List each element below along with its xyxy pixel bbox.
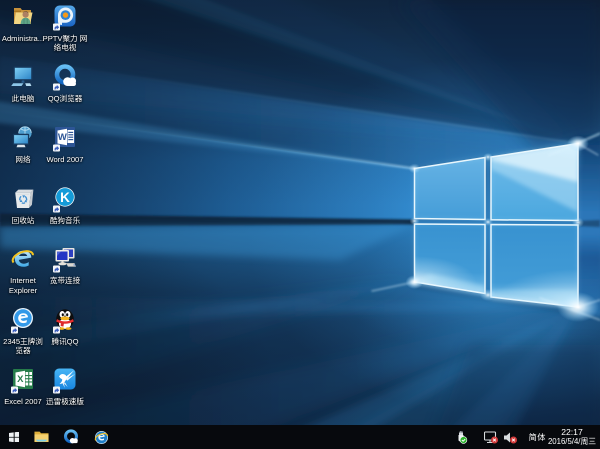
svg-text:W: W (58, 132, 67, 143)
svg-text:K: K (60, 189, 70, 204)
